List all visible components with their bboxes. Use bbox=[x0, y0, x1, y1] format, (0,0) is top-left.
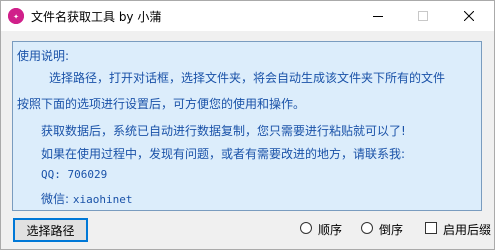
maximize-icon bbox=[418, 11, 428, 21]
main-window: ✦ 文件名获取工具 by 小蒲 使用说明: 选择路径，打开对话框，选择文件夹，将… bbox=[0, 0, 495, 250]
enable-suffix-checkbox[interactable] bbox=[425, 222, 437, 234]
contact-note: 如果在使用过程中，发现有问题，或者有需要改进的地方，请联系我: bbox=[41, 147, 406, 161]
instructions-text-line-1: 选择路径，打开对话框，选择文件夹，将会自动生成该文件夹下所有的文件 bbox=[49, 71, 446, 85]
minimize-button[interactable] bbox=[356, 1, 401, 31]
title-bar[interactable]: ✦ 文件名获取工具 by 小蒲 bbox=[1, 1, 494, 31]
window-title: 文件名获取工具 by 小蒲 bbox=[31, 10, 162, 24]
close-icon bbox=[464, 11, 474, 21]
app-logo-icon: ✦ bbox=[8, 8, 24, 24]
minimize-icon bbox=[373, 16, 383, 17]
close-button[interactable] bbox=[447, 1, 492, 31]
descending-radio[interactable] bbox=[361, 222, 373, 234]
ascending-label: 顺序 bbox=[318, 223, 343, 237]
instructions-text-line-2: 按照下面的选项进行设置后，可方便您的使用和操作。 bbox=[17, 97, 306, 111]
descending-label: 倒序 bbox=[379, 223, 404, 237]
copy-note: 获取数据后，系统已自动进行数据复制，您只需要进行粘贴就可以了! bbox=[41, 124, 406, 138]
wechat-contact: 微信: xiaohinet bbox=[41, 190, 132, 207]
ascending-radio[interactable] bbox=[300, 222, 312, 234]
wechat-id: xiaohinet bbox=[72, 193, 133, 206]
instructions-heading: 使用说明: bbox=[17, 49, 70, 63]
enable-suffix-label: 启用后缀 bbox=[443, 223, 492, 237]
wechat-label: 微信: bbox=[41, 192, 70, 206]
instructions-panel: 使用说明: 选择路径，打开对话框，选择文件夹，将会自动生成该文件夹下所有的文件 … bbox=[12, 41, 482, 211]
qq-contact: QQ: 706029 bbox=[41, 168, 108, 181]
svg-text:✦: ✦ bbox=[13, 13, 19, 21]
select-path-button[interactable]: 选择路径 bbox=[13, 218, 88, 242]
maximize-button[interactable] bbox=[401, 1, 446, 31]
